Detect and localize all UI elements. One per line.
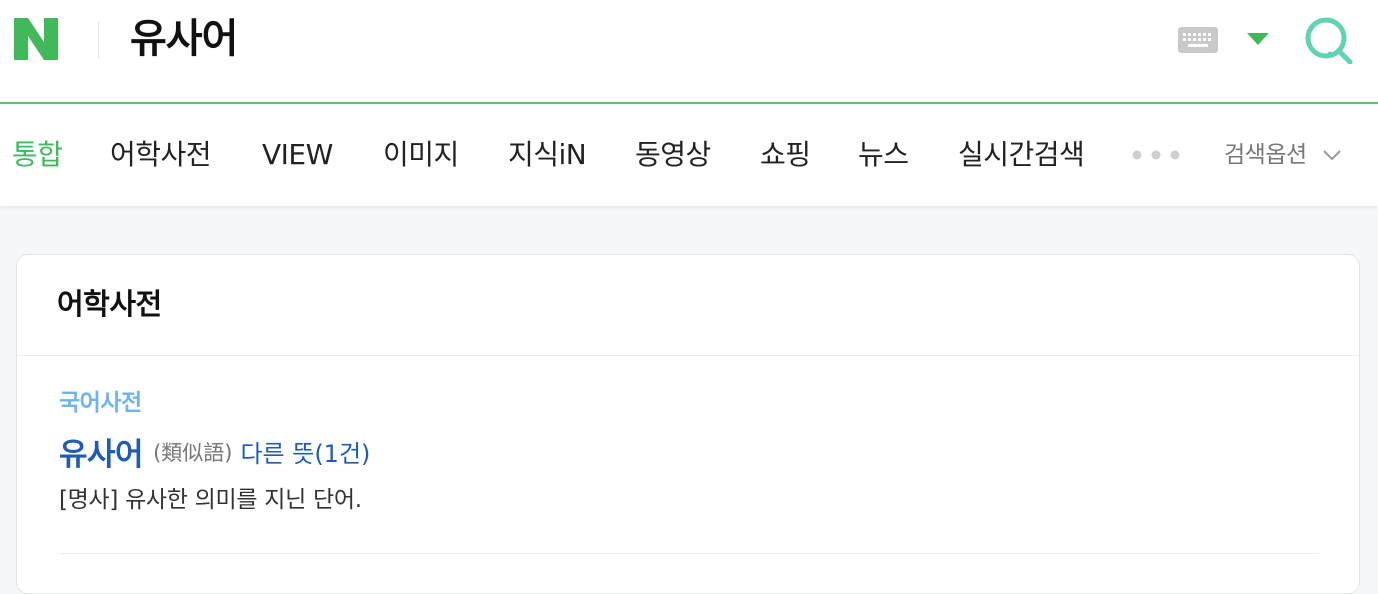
headword-link[interactable]: 유사어 bbox=[59, 437, 144, 473]
tab-images[interactable]: 이미지 bbox=[383, 136, 459, 174]
entry-headline: 유사어 (類似語) 다른 뜻(1건) bbox=[59, 429, 370, 473]
tab-integrated[interactable]: 통합 bbox=[12, 136, 63, 174]
tab-realtime[interactable]: 실시간검색 bbox=[958, 136, 1085, 174]
naver-logo-icon[interactable] bbox=[14, 18, 58, 60]
tab-shopping[interactable]: 쇼핑 bbox=[760, 136, 811, 174]
search-icon[interactable] bbox=[1304, 16, 1354, 64]
dropdown-icon[interactable] bbox=[1246, 32, 1270, 46]
other-meanings-link[interactable]: 다른 뜻(1건) bbox=[240, 440, 370, 468]
definition-text: [명사] 유사한 의미를 지닌 단어. bbox=[59, 487, 362, 513]
search-query[interactable]: 유사어 bbox=[130, 12, 238, 66]
keyboard-icon[interactable] bbox=[1178, 27, 1218, 53]
tab-video[interactable]: 동영상 bbox=[635, 136, 711, 174]
dictionary-card: 어학사전 국어사전 유사어 (類似語) 다른 뜻(1건) [명사] 유사한 의미를 … bbox=[16, 254, 1360, 594]
tab-news[interactable]: 뉴스 bbox=[858, 136, 909, 174]
header-divider bbox=[98, 22, 99, 58]
card-divider bbox=[17, 355, 1359, 356]
card-title[interactable]: 어학사전 bbox=[57, 283, 162, 325]
chevron-down-icon[interactable] bbox=[1322, 148, 1342, 162]
tab-view[interactable]: VIEW bbox=[262, 136, 333, 174]
dictionary-source-link[interactable]: 국어사전 bbox=[59, 387, 142, 419]
tab-dictionary[interactable]: 어학사전 bbox=[110, 136, 212, 174]
more-dots-icon[interactable] bbox=[1130, 148, 1182, 162]
search-tabs: 통합 어학사전 VIEW 이미지 지식iN 동영상 쇼핑 뉴스 실시간검색 검색… bbox=[0, 104, 1378, 206]
search-header: 유사어 bbox=[0, 0, 1378, 104]
tab-knowledge-in[interactable]: 지식iN bbox=[508, 136, 587, 174]
entry-divider bbox=[59, 553, 1319, 554]
search-options-button[interactable]: 검색옵션 bbox=[1224, 138, 1307, 172]
hanja-text: (類似語) bbox=[153, 440, 233, 465]
